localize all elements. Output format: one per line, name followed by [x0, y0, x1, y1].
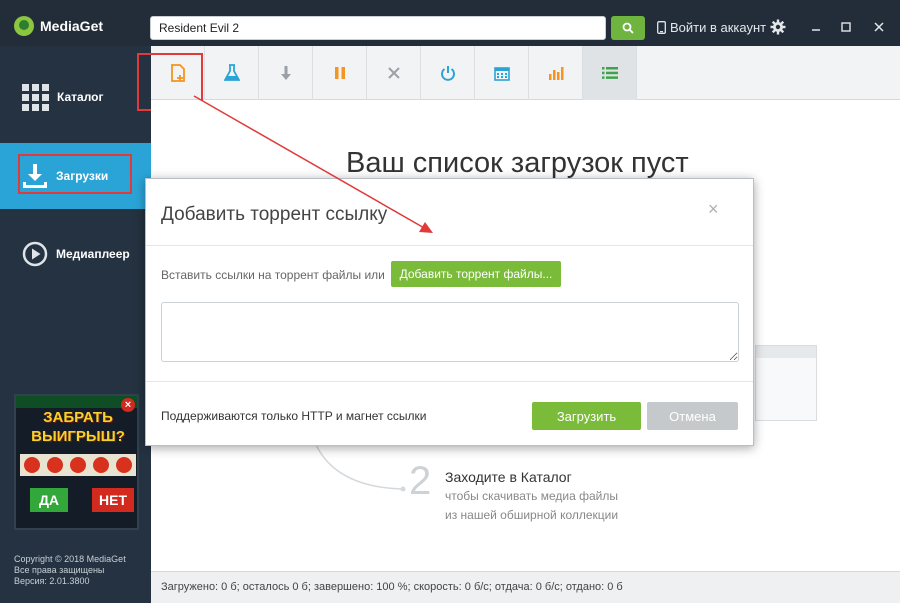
- grid-icon: [22, 83, 49, 111]
- ad-slot-reels: [20, 454, 136, 476]
- ad-headline-line1: ЗАБРАТЬ: [43, 409, 113, 426]
- maximize-icon: [841, 22, 851, 32]
- ad-yes-button[interactable]: ДА: [30, 488, 68, 512]
- step-title: Заходите в Каталог: [445, 469, 572, 485]
- delete-button[interactable]: [367, 46, 421, 100]
- power-icon: [440, 66, 455, 81]
- mediaget-logo-icon: [14, 16, 34, 36]
- search-input[interactable]: [150, 16, 606, 40]
- strawberry-icon: [69, 457, 86, 473]
- strawberry-icon: [23, 457, 40, 473]
- copyright-info: Copyright © 2018 MediaGet Все права защи…: [14, 554, 126, 587]
- schedule-button[interactable]: [475, 46, 529, 100]
- delete-x-icon: [387, 67, 400, 79]
- sidebar-item-catalog[interactable]: Каталог: [0, 64, 151, 130]
- flask-icon: [223, 64, 240, 81]
- background-illustration: [755, 345, 817, 421]
- step-description: из нашей обширной коллекции: [445, 508, 619, 522]
- sidebar-item-label: Медиаплеер: [56, 247, 130, 261]
- dialog-title: Добавить торрент ссылку: [161, 204, 388, 225]
- step-description: чтобы скачивать медиа файлы: [445, 489, 618, 503]
- close-window-button[interactable]: [866, 16, 892, 38]
- login-link[interactable]: Войти в аккаунт: [657, 20, 766, 35]
- bar-chart-icon: [548, 67, 563, 80]
- annotation-highlight-box: [18, 154, 132, 194]
- step-number: 2: [409, 459, 432, 503]
- minimize-icon: [812, 29, 820, 31]
- add-torrent-files-button[interactable]: Добавить торрент файлы...: [391, 261, 561, 287]
- maximize-button[interactable]: [833, 16, 859, 38]
- upload-button[interactable]: Загрузить: [532, 402, 641, 430]
- version-line: Версия: 2.01.3800: [14, 576, 90, 586]
- mediaget-window: MediaGet Войти в аккаунт: [0, 0, 900, 603]
- stats-button[interactable]: [529, 46, 583, 100]
- ad-close-icon[interactable]: ×: [121, 398, 135, 412]
- add-torrent-link-dialog: Добавить торрент ссылку × Вставить ссылк…: [145, 178, 754, 446]
- empty-list-title: Ваш список загрузок пуст: [346, 147, 689, 179]
- pause-icon: [334, 67, 345, 79]
- title-bar: MediaGet Войти в аккаунт: [0, 0, 900, 46]
- download-button[interactable]: [259, 46, 313, 100]
- dialog-close-icon[interactable]: ×: [708, 199, 719, 220]
- login-label: Войти в аккаунт: [670, 20, 767, 35]
- power-button[interactable]: [421, 46, 475, 100]
- gear-icon[interactable]: [770, 19, 786, 35]
- play-circle-icon: [22, 241, 48, 267]
- divider: [146, 245, 753, 246]
- cancel-button[interactable]: Отмена: [647, 402, 738, 430]
- ad-headline-line2: ВЫИГРЫШ?: [31, 428, 125, 445]
- ad-headline: ЗАБРАТЬ ВЫИГРЫШ?: [20, 408, 136, 446]
- strawberry-icon: [116, 457, 133, 473]
- toolbar: [151, 46, 900, 100]
- download-arrow-icon: [280, 66, 291, 80]
- pause-button[interactable]: [313, 46, 367, 100]
- ad-banner[interactable]: ЗАБРАТЬ ВЫИГРЫШ? ДА НЕТ ×: [14, 394, 139, 530]
- rights-line: Все права защищены: [14, 565, 105, 575]
- divider: [146, 381, 753, 382]
- torrent-link-input[interactable]: [161, 302, 739, 362]
- strawberry-icon: [93, 457, 110, 473]
- sidebar-item-mediaplayer[interactable]: Медиаплеер: [0, 221, 151, 287]
- sidebar-item-label: Каталог: [57, 90, 104, 104]
- dialog-prompt: Вставить ссылки на торрент файлы или: [161, 268, 385, 282]
- sidebar: Каталог Загрузки Медиаплеер ЗАБРАТЬ ВЫИГ…: [0, 46, 151, 603]
- close-icon: [874, 22, 884, 32]
- ad-no-button[interactable]: НЕТ: [92, 488, 134, 512]
- list-view-button[interactable]: [583, 46, 637, 100]
- calendar-icon: [493, 67, 510, 81]
- ad-header-strip: [16, 396, 137, 408]
- minimize-button[interactable]: [803, 16, 829, 38]
- strawberry-icon: [46, 457, 63, 473]
- search-icon: [622, 22, 634, 34]
- supported-links-note: Поддерживаются только HTTP и магнет ссыл…: [161, 409, 427, 423]
- flask-button[interactable]: [205, 46, 259, 100]
- search-button[interactable]: [611, 16, 645, 40]
- app-name: MediaGet: [40, 18, 104, 34]
- copyright-line: Copyright © 2018 MediaGet: [14, 554, 126, 564]
- phone-icon: [657, 21, 666, 34]
- list-icon: [601, 67, 618, 79]
- status-bar: Загружено: 0 б; осталось 0 б; завершено:…: [151, 571, 900, 603]
